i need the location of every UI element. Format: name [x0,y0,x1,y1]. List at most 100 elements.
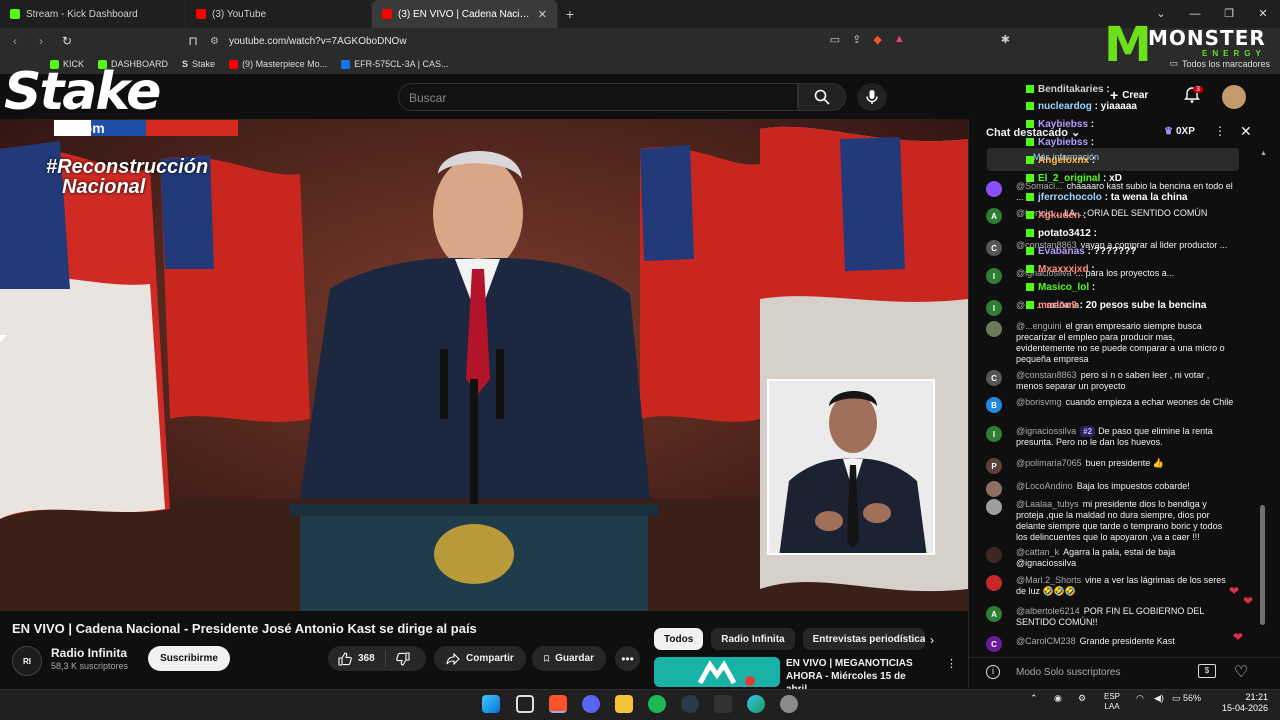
more-actions-button[interactable]: ••• [615,646,640,671]
chat-username[interactable]: @borisvmg [1016,397,1062,407]
brave-rewards-icon[interactable]: ▲ [894,33,905,46]
chip-radio-infinita[interactable]: Radio Infinita [711,628,795,650]
chip-entrevistas[interactable]: Entrevistas periodísticas [802,628,925,650]
kick-username: Evabanas [1038,246,1085,257]
pinned-banner[interactable]: Más información [987,148,1239,171]
save-button[interactable]: Guardar [532,646,606,671]
chat-avatar[interactable]: I [986,426,1002,442]
input-language[interactable]: ESP LAA [1104,692,1120,712]
steam-icon[interactable] [681,695,699,713]
chat-avatar[interactable]: I [986,268,1002,284]
heart-reaction-icon: ❤ [1233,630,1244,644]
subscribe-button[interactable]: Suscribirme [148,646,230,671]
kick-badge-icon [1026,120,1034,128]
close-chat-icon[interactable]: ✕ [1240,123,1252,140]
tray-app-icon[interactable]: ◉ [1054,693,1062,704]
chat-avatar[interactable] [986,575,1002,591]
chat-scrollbar[interactable]: ▲ [1260,150,1267,650]
chat-avatar[interactable]: A [986,606,1002,622]
dislike-button[interactable] [386,651,410,666]
chat-username[interactable]: @LocoAndino [1016,481,1073,491]
tab-cadena-nacional[interactable]: (3) EN VIVO | Cadena Nacional ✕ [372,0,558,28]
wifi-icon[interactable]: ◠ [1136,693,1144,704]
chat-username[interactable]: @Mari.2_Shorts [1016,575,1081,585]
clock-date: 15-04-2026 [1221,703,1268,713]
chat-username[interactable]: @...enguini [1016,321,1062,331]
kick-message: ??????? [1093,246,1137,257]
url-text[interactable]: youtube.com/watch?v=7AGKOboDNOw [229,36,407,47]
spotify-icon[interactable] [648,695,666,713]
chat-avatar[interactable]: C [986,240,1002,256]
recommended-thumbnail[interactable] [654,657,780,687]
channel-name[interactable]: Radio Infinita [51,646,127,660]
chat-avatar[interactable] [986,481,1002,497]
app-icon[interactable] [714,695,732,713]
settings-gear-icon[interactable] [780,695,798,713]
site-info-icon[interactable]: ⚙ [210,36,219,47]
chat-username[interactable]: @albertole6214 [1016,606,1080,616]
chat-avatar[interactable] [986,181,1002,197]
chat-menu-icon[interactable]: ⋮ [1214,124,1226,138]
system-clock[interactable]: 21:21 15-04-2026 [1214,692,1268,714]
chat-avatar[interactable]: A [986,208,1002,224]
like-count: 368 [358,653,375,664]
new-tab-button[interactable]: + [558,6,582,22]
chat-avatar[interactable] [986,547,1002,563]
chat-avatar[interactable] [986,321,1002,337]
hashtag-overlay: #Reconstrucción Nacional [46,157,208,197]
heart-icon[interactable]: ♡ [1234,662,1248,682]
bookmark-label: (9) Masterpiece Mo... [242,59,328,69]
info-icon[interactable]: i [986,665,1000,679]
close-tab-icon[interactable]: ✕ [538,8,547,21]
chat-avatar[interactable]: B [986,397,1002,413]
chevron-right-icon[interactable]: › [930,633,934,647]
chat-avatar[interactable]: I [986,300,1002,316]
kick-username: nucleardog [1038,101,1092,112]
scrollbar-thumb[interactable] [1260,505,1265,625]
tab-youtube[interactable]: (3) YouTube [186,0,372,28]
back-icon[interactable]: ‹ [8,34,22,48]
battery-indicator[interactable]: ▭ 56% [1172,693,1201,704]
bookmark-icon[interactable]: ⊓ [186,34,200,48]
forward-icon[interactable]: › [34,34,48,48]
brave-browser-icon[interactable] [549,695,567,713]
brave-shield-icon[interactable]: ◆ [873,33,881,46]
chat-avatar[interactable]: C [986,636,1002,652]
chat-username[interactable]: @ignaciossilva [1016,426,1076,436]
more-vertical-icon[interactable]: ⋮ [946,657,957,670]
chat-username[interactable]: @constan8863 [1016,370,1077,380]
discord-icon[interactable] [582,695,600,713]
task-view-icon[interactable] [516,695,534,713]
tray-overflow-icon[interactable]: ⌃ [1030,693,1038,704]
bookmark-item[interactable]: (9) Masterpiece Mo... [229,59,327,69]
volume-icon[interactable]: ◀) [1154,693,1164,704]
tray-app-icon-2[interactable]: ⚙ [1078,693,1086,704]
chat-avatar[interactable] [986,499,1002,515]
chat-avatar[interactable]: C [986,370,1002,386]
chip-all[interactable]: Todos [654,628,704,650]
voice-search-button[interactable] [857,83,887,111]
extensions-icon[interactable]: ✱ [1001,33,1010,46]
kick-badge-icon [1026,229,1034,237]
search-button[interactable] [798,83,846,111]
super-chat-icon[interactable]: $ [1198,664,1216,678]
chat-username[interactable]: @polimaria7065 [1016,458,1082,468]
chat-avatar[interactable]: P [986,458,1002,474]
xp-badge[interactable]: ♛ 0XP [1164,126,1195,137]
file-explorer-icon[interactable] [615,695,633,713]
windows-start-icon[interactable] [482,695,500,713]
chat-username[interactable]: @Laalaa_tubys [1016,499,1079,509]
search-input[interactable]: Buscar [398,83,798,111]
bookmark-item[interactable]: EFR-575CL-3A | CAS... [341,59,448,69]
user-avatar[interactable] [1222,85,1246,109]
chat-username[interactable]: @cattan_k [1016,547,1059,557]
chat-username[interactable]: @CarolCM238 [1016,636,1076,646]
share-icon[interactable]: ⇪ [852,33,861,46]
tab-kick-dashboard[interactable]: Stream - Kick Dashboard [0,0,186,28]
channel-avatar[interactable]: RI [12,646,42,676]
share-button[interactable]: Compartir [434,646,526,671]
reload-icon[interactable]: ↻ [60,34,74,48]
cast-icon[interactable]: ▭ [830,33,840,46]
like-button[interactable]: 368 [328,650,386,667]
edge-icon[interactable] [747,695,765,713]
